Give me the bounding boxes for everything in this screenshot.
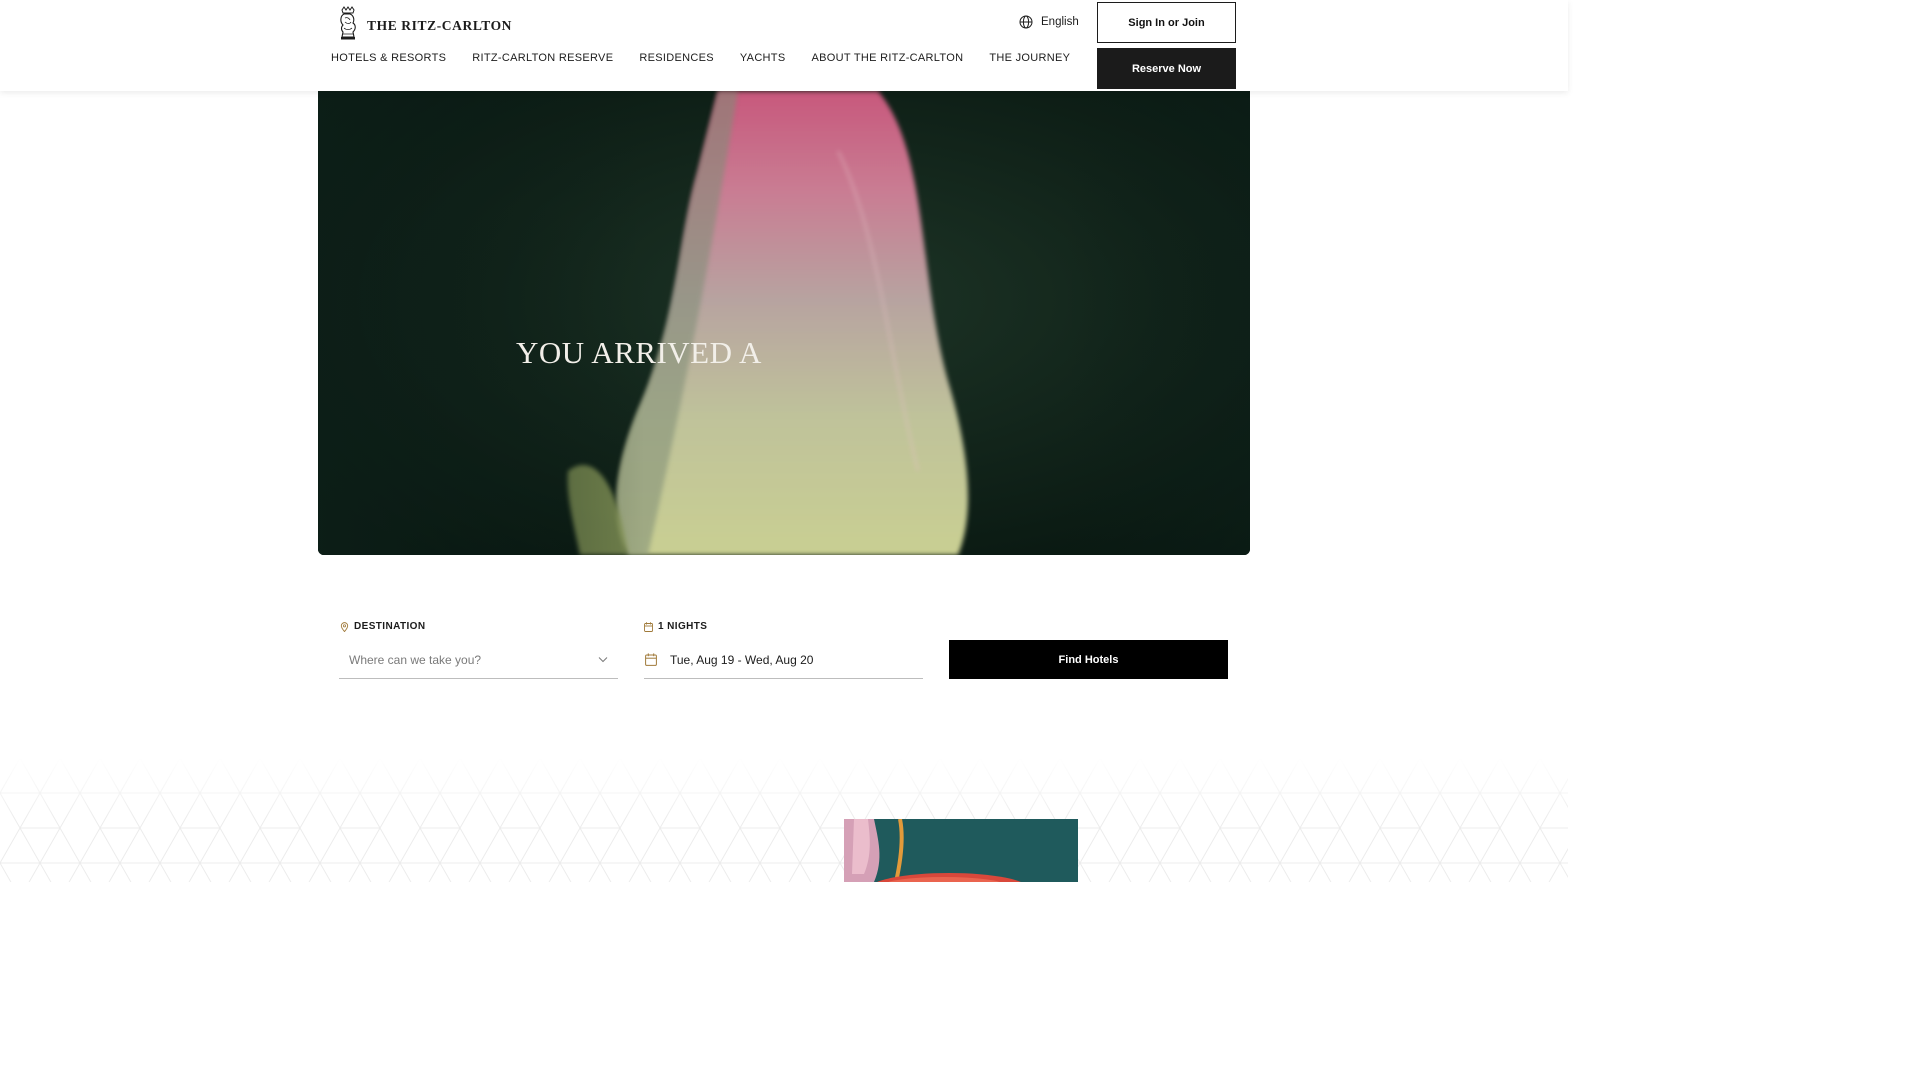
brand-logo[interactable]: THE RITZ-CARLTON [336, 6, 512, 40]
calendar-icon [644, 621, 653, 632]
promo-image[interactable] [844, 819, 1078, 882]
main-nav: HOTELS & RESORTS RITZ-CARLTON RESERVE RE… [331, 52, 1096, 64]
destination-label: DESTINATION [340, 621, 425, 632]
lion-crown-icon [340, 6, 356, 40]
sign-in-button[interactable]: Sign In or Join [1097, 2, 1236, 43]
nav-the-journey[interactable]: THE JOURNEY [989, 52, 1070, 64]
destination-label-text: DESTINATION [354, 621, 426, 632]
promo-dessert-image [844, 819, 1078, 882]
destination-input[interactable]: Where can we take you? [339, 641, 618, 679]
nights-label: 1 NIGHTS [644, 621, 707, 632]
map-pin-icon [340, 621, 349, 632]
globe-icon [1019, 15, 1033, 29]
find-hotels-button[interactable]: Find Hotels [949, 640, 1228, 679]
nav-about[interactable]: ABOUT THE RITZ-CARLTON [811, 52, 963, 64]
nights-label-text: 1 NIGHTS [658, 621, 708, 632]
hero-title: YOU ARRIVED A [516, 335, 762, 370]
nav-yachts[interactable]: YACHTS [740, 52, 786, 64]
nav-residences[interactable]: RESIDENCES [639, 52, 714, 64]
date-range-picker[interactable]: Tue, Aug 19 - Wed, Aug 20 [644, 641, 923, 679]
calendar-icon [645, 653, 657, 666]
site-header: THE RITZ-CARLTON HOTELS & RESORTS RITZ-C… [0, 0, 1568, 91]
nav-ritz-carlton-reserve[interactable]: RITZ-CARLTON RESERVE [472, 52, 613, 64]
reserve-now-button[interactable]: Reserve Now [1097, 48, 1236, 89]
decorative-pattern-background [0, 758, 1568, 882]
hero-flower-image [318, 91, 1250, 555]
language-selector[interactable]: English [1019, 15, 1079, 29]
chevron-down-icon [598, 657, 608, 663]
language-label: English [1041, 16, 1079, 28]
destination-placeholder: Where can we take you? [349, 652, 482, 667]
nav-hotels-resorts[interactable]: HOTELS & RESORTS [331, 52, 446, 64]
brand-name: THE RITZ-CARLTON [367, 18, 513, 33]
hero-video: YOU ARRIVED A [318, 91, 1250, 555]
date-range-value: Tue, Aug 19 - Wed, Aug 20 [670, 652, 814, 667]
